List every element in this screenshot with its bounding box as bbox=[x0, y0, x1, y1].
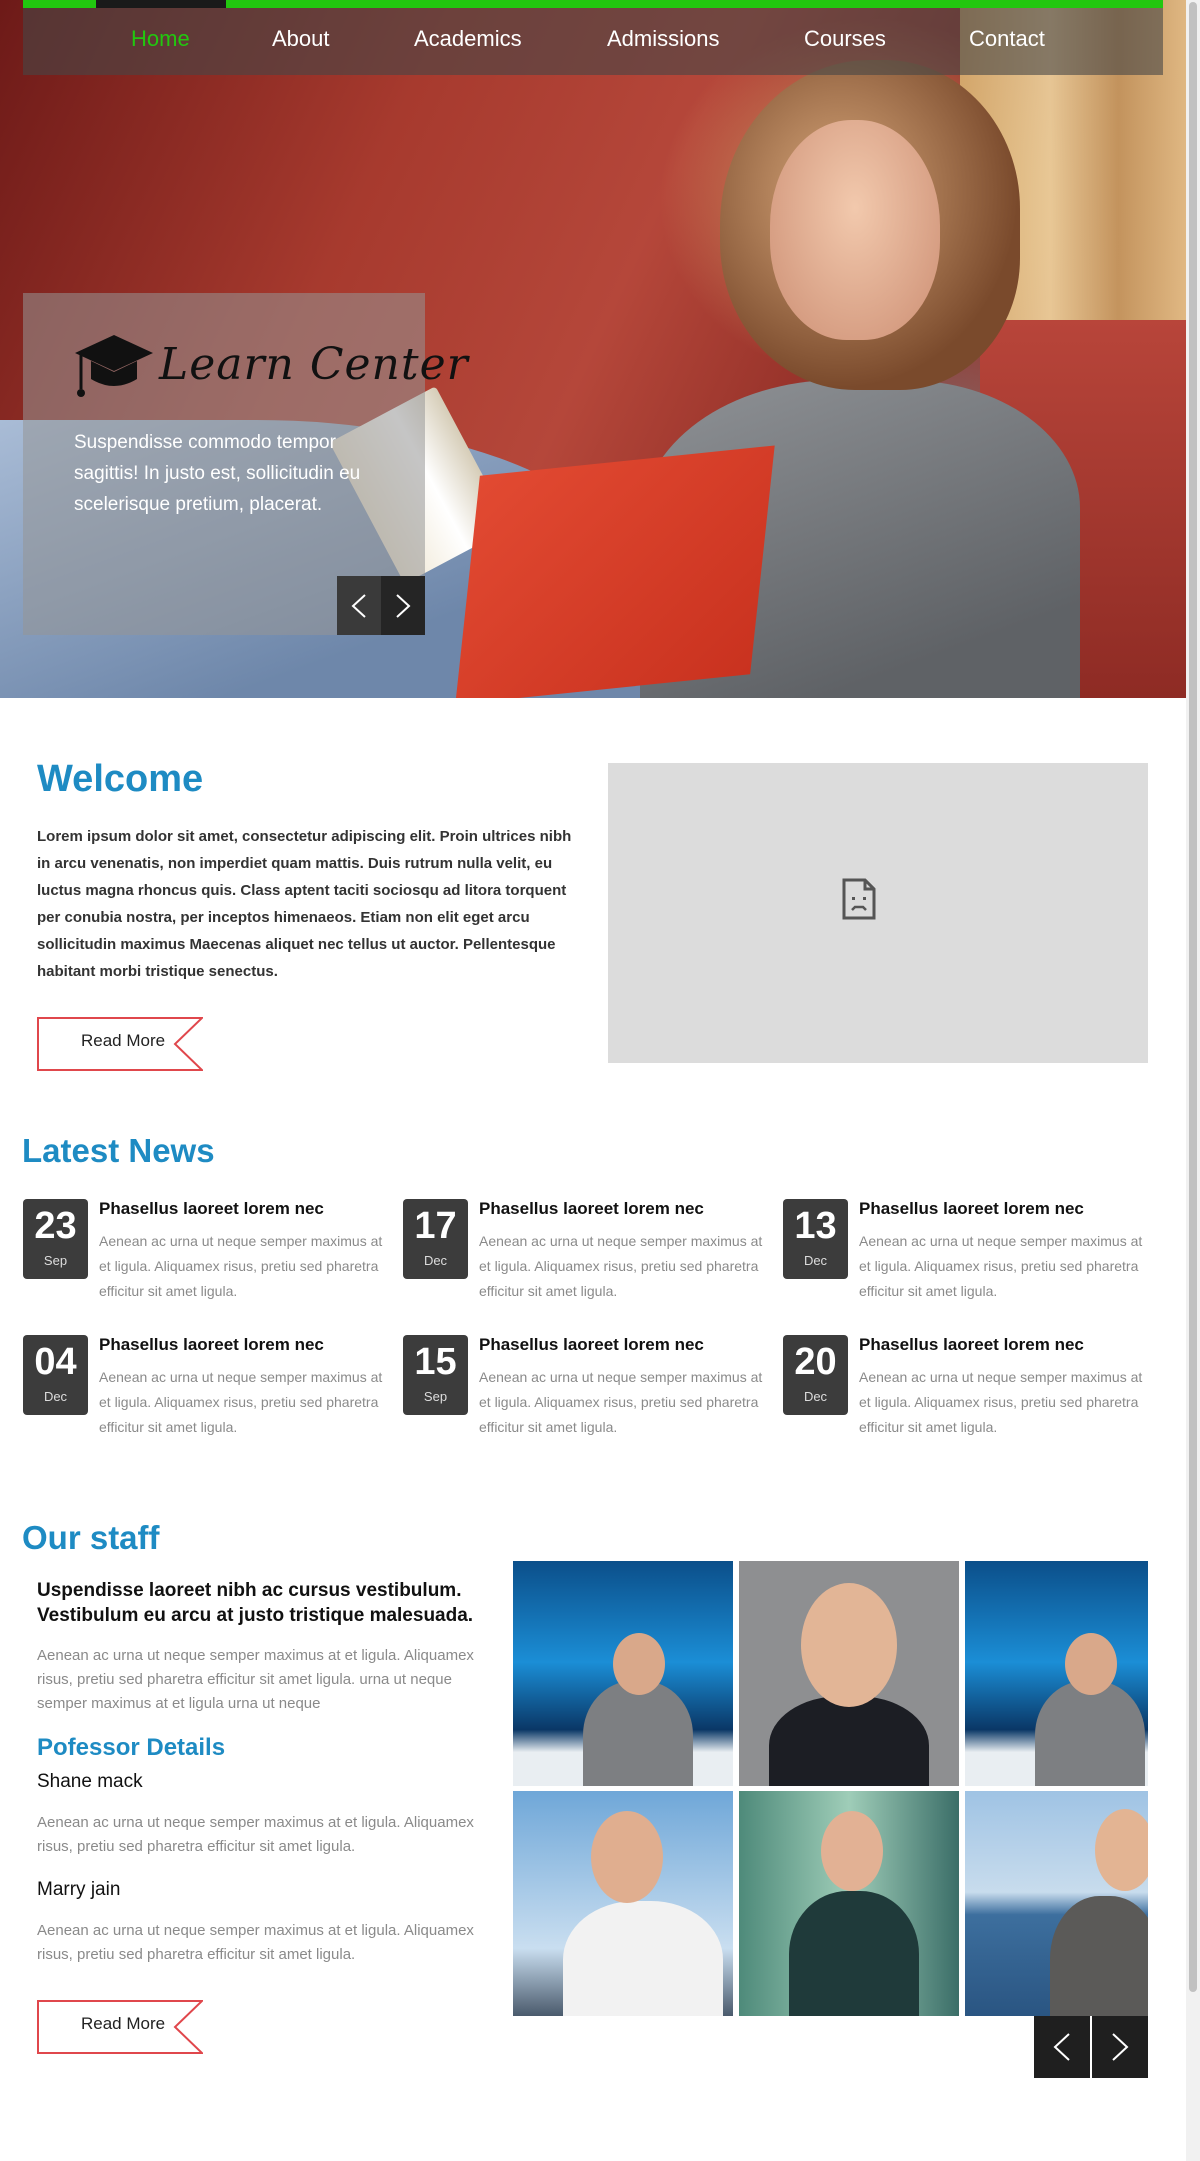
date-month: Sep bbox=[43, 1253, 68, 1268]
nav-item-about[interactable]: About bbox=[272, 26, 330, 52]
date-badge: 13 Dec bbox=[783, 1199, 848, 1279]
date-badge: 15 Sep bbox=[403, 1335, 468, 1415]
staff-member-name: Marry jain bbox=[37, 1879, 121, 1900]
nav-item-academics[interactable]: Academics bbox=[414, 26, 522, 52]
chevron-left-icon bbox=[1053, 2033, 1070, 2061]
read-more-label: Read More bbox=[81, 1031, 166, 1050]
staff-prev-button[interactable] bbox=[1034, 2016, 1090, 2078]
staff-photo[interactable] bbox=[513, 1561, 733, 1786]
news-headline[interactable]: Phasellus laoreet lorem nec bbox=[99, 1335, 324, 1355]
hero-caption-text: Suspendisse commodo tempor sagittis! In … bbox=[74, 432, 361, 515]
page-scrollbar-thumb[interactable] bbox=[1189, 2, 1197, 1992]
date-badge: 20 Dec bbox=[783, 1335, 848, 1415]
news-body: Aenean ac urna ut neque semper maximus a… bbox=[99, 1233, 383, 1299]
date-month: Dec bbox=[423, 1253, 448, 1268]
date-badge: 23 Sep bbox=[23, 1199, 88, 1279]
news-item[interactable]: 20 Dec Phasellus laoreet lorem nec Aenea… bbox=[783, 1335, 1143, 1445]
news-item[interactable]: 15 Sep Phasellus laoreet lorem nec Aenea… bbox=[403, 1335, 763, 1445]
staff-next-button[interactable] bbox=[1092, 2016, 1148, 2078]
staff-lead-text: Uspendisse laoreet nibh ac cursus vestib… bbox=[37, 1580, 474, 1626]
date-day: 23 bbox=[34, 1205, 77, 1247]
hero-next-button[interactable] bbox=[381, 576, 425, 635]
staff-member-bio: Aenean ac urna ut neque semper maximus a… bbox=[37, 1814, 474, 1855]
embedded-media-placeholder[interactable] bbox=[608, 763, 1148, 1063]
nav-item-admissions[interactable]: Admissions bbox=[607, 26, 719, 52]
news-body: Aenean ac urna ut neque semper maximus a… bbox=[859, 1369, 1143, 1435]
welcome-read-more-button[interactable]: Read More bbox=[37, 1017, 203, 1071]
date-day: 13 bbox=[794, 1205, 837, 1247]
date-day: 04 bbox=[34, 1341, 77, 1383]
read-more-label: Read More bbox=[81, 2014, 166, 2033]
staff-section-title: Our staff bbox=[22, 1519, 160, 1556]
welcome-title: Welcome bbox=[37, 758, 204, 800]
staff-photo[interactable] bbox=[513, 1791, 733, 2016]
hero-bg-face bbox=[770, 120, 940, 340]
graduation-cap-icon bbox=[75, 335, 153, 397]
chevron-right-icon bbox=[396, 593, 411, 618]
date-day: 17 bbox=[414, 1205, 457, 1247]
chevron-right-icon bbox=[1112, 2033, 1129, 2061]
news-headline[interactable]: Phasellus laoreet lorem nec bbox=[859, 1199, 1084, 1219]
logo-text: Learn Center bbox=[159, 339, 469, 390]
date-badge: 17 Dec bbox=[403, 1199, 468, 1279]
nav-item-contact[interactable]: Contact bbox=[969, 26, 1045, 52]
news-body: Aenean ac urna ut neque semper maximus a… bbox=[859, 1233, 1143, 1299]
date-month: Dec bbox=[803, 1253, 828, 1268]
news-body: Aenean ac urna ut neque semper maximus a… bbox=[479, 1369, 763, 1435]
professor-details-title: Pofessor Details bbox=[37, 1734, 226, 1761]
date-month: Sep bbox=[423, 1389, 448, 1404]
news-item[interactable]: 17 Dec Phasellus laoreet lorem nec Aenea… bbox=[403, 1199, 763, 1309]
welcome-text: Lorem ipsum dolor sit amet, consectetur … bbox=[37, 828, 572, 980]
news-item[interactable]: 23 Sep Phasellus laoreet lorem nec Aenea… bbox=[23, 1199, 383, 1309]
staff-photo[interactable] bbox=[739, 1791, 959, 2016]
news-item[interactable]: 13 Dec Phasellus laoreet lorem nec Aenea… bbox=[783, 1199, 1143, 1309]
nav-active-indicator bbox=[96, 0, 226, 8]
news-item[interactable]: 04 Dec Phasellus laoreet lorem nec Aenea… bbox=[23, 1335, 383, 1445]
staff-slider-controls bbox=[1034, 2016, 1148, 2078]
news-headline[interactable]: Phasellus laoreet lorem nec bbox=[479, 1199, 704, 1219]
news-body: Aenean ac urna ut neque semper maximus a… bbox=[99, 1369, 383, 1435]
nav-item-courses[interactable]: Courses bbox=[804, 26, 886, 52]
staff-photo[interactable] bbox=[965, 1791, 1148, 2016]
date-badge: 04 Dec bbox=[23, 1335, 88, 1415]
news-headline[interactable]: Phasellus laoreet lorem nec bbox=[99, 1199, 324, 1219]
date-day: 15 bbox=[414, 1341, 457, 1383]
news-headline[interactable]: Phasellus laoreet lorem nec bbox=[859, 1335, 1084, 1355]
date-month: Dec bbox=[803, 1389, 828, 1404]
news-body: Aenean ac urna ut neque semper maximus a… bbox=[479, 1233, 763, 1299]
staff-photo[interactable] bbox=[965, 1561, 1148, 1786]
date-day: 20 bbox=[794, 1341, 837, 1383]
broken-page-icon bbox=[842, 878, 876, 920]
staff-read-more-button[interactable]: Read More bbox=[37, 2000, 203, 2054]
main-navbar: Home About Academics Admissions Courses … bbox=[23, 8, 1163, 75]
staff-photo[interactable] bbox=[739, 1561, 959, 1786]
hero-prev-button[interactable] bbox=[337, 576, 381, 635]
hero-bg-book bbox=[455, 445, 775, 698]
date-month: Dec bbox=[43, 1389, 68, 1404]
news-section-title: Latest News bbox=[22, 1132, 215, 1169]
chevron-left-icon bbox=[351, 593, 366, 618]
news-headline[interactable]: Phasellus laoreet lorem nec bbox=[479, 1335, 704, 1355]
nav-item-home[interactable]: Home bbox=[131, 26, 190, 52]
staff-intro-text: Aenean ac urna ut neque semper maximus a… bbox=[37, 1647, 474, 1712]
staff-member-name: Shane mack bbox=[37, 1771, 143, 1792]
staff-member-bio: Aenean ac urna ut neque semper maximus a… bbox=[37, 1922, 474, 1963]
hero-slider-controls bbox=[337, 576, 425, 635]
